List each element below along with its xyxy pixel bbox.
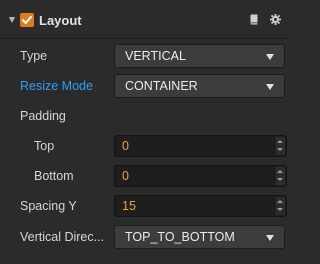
top-stepper[interactable] bbox=[274, 137, 285, 155]
padding-label: Padding bbox=[20, 109, 66, 123]
collapse-arrow-icon[interactable] bbox=[9, 17, 15, 23]
type-label: Type bbox=[20, 49, 48, 63]
checkmark-icon bbox=[22, 15, 32, 24]
resize-mode-label[interactable]: Resize Mode bbox=[20, 78, 93, 94]
gear-icon[interactable] bbox=[270, 14, 281, 28]
component-header[interactable]: Layout bbox=[0, 0, 291, 40]
decrement-icon[interactable] bbox=[275, 146, 285, 155]
bottom-input[interactable]: 0 bbox=[114, 165, 287, 187]
enable-checkbox[interactable] bbox=[20, 13, 34, 27]
spacing-y-stepper[interactable] bbox=[274, 197, 285, 215]
chevron-down-icon bbox=[266, 235, 274, 241]
layout-component-panel: Layout Type VERTICAL Resize Mode CONTAIN… bbox=[0, 0, 291, 264]
top-input[interactable]: 0 bbox=[114, 135, 287, 157]
increment-icon[interactable] bbox=[275, 137, 285, 146]
resize-mode-dropdown[interactable]: CONTAINER bbox=[114, 74, 285, 98]
chevron-down-icon bbox=[266, 54, 274, 60]
chevron-down-icon bbox=[266, 84, 274, 90]
decrement-icon[interactable] bbox=[275, 206, 285, 215]
top-label: Top bbox=[34, 139, 55, 153]
vertical-direction-value: TOP_TO_BOTTOM bbox=[125, 230, 235, 244]
header-divider bbox=[0, 38, 291, 39]
decrement-icon[interactable] bbox=[275, 176, 285, 185]
bottom-stepper[interactable] bbox=[274, 167, 285, 185]
top-value: 0 bbox=[122, 139, 129, 153]
increment-icon[interactable] bbox=[275, 197, 285, 206]
bottom-value: 0 bbox=[122, 169, 129, 183]
increment-icon[interactable] bbox=[275, 167, 285, 176]
spacing-y-input[interactable]: 15 bbox=[114, 195, 287, 217]
spacing-y-label: Spacing Y bbox=[20, 199, 77, 213]
resize-mode-value: CONTAINER bbox=[125, 79, 198, 93]
book-icon[interactable] bbox=[249, 14, 259, 28]
type-value: VERTICAL bbox=[125, 49, 186, 63]
component-title: Layout bbox=[39, 13, 82, 28]
spacing-y-value: 15 bbox=[122, 199, 136, 213]
bottom-label: Bottom bbox=[34, 169, 74, 183]
type-dropdown[interactable]: VERTICAL bbox=[114, 44, 285, 68]
vertical-direction-dropdown[interactable]: TOP_TO_BOTTOM bbox=[114, 225, 285, 249]
vertical-direction-label: Vertical Direc... bbox=[20, 230, 105, 244]
